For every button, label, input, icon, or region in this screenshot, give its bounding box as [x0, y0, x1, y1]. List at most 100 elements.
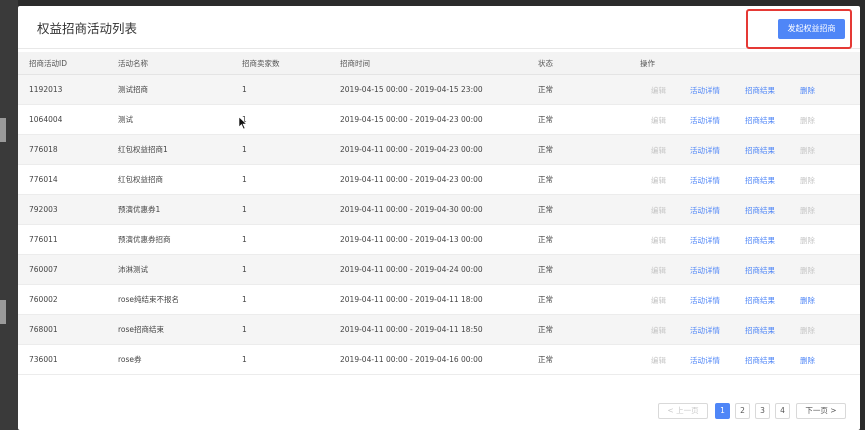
activity-detail-link[interactable]: 活动详情 — [690, 115, 720, 126]
cell-name: 预演优惠券招商 — [118, 224, 242, 255]
page-4-button[interactable]: 4 — [775, 403, 790, 419]
cell-name: 预演优惠券1 — [118, 194, 242, 225]
cell-sellers: 1 — [242, 74, 340, 105]
cell-sellers: 1 — [242, 284, 340, 315]
table-row: 736001 rose券 1 2019-04-11 00:00 - 2019-04-1… — [18, 344, 860, 375]
cell-actions: 编辑 活动详情 招商结果 删除 — [640, 134, 860, 165]
activity-detail-link[interactable]: 活动详情 — [690, 295, 720, 306]
cell-actions: 编辑 活动详情 招商结果 删除 — [640, 254, 860, 285]
cell-actions: 编辑 活动详情 招商结果 删除 — [640, 164, 860, 195]
cell-time: 2019-04-11 00:00 - 2019-04-11 18:50 — [340, 314, 538, 345]
activity-detail-link[interactable]: 活动详情 — [690, 325, 720, 336]
cell-status: 正常 — [538, 344, 640, 375]
col-header-time: 招商时间 — [340, 52, 538, 75]
activity-detail-link[interactable]: 活动详情 — [690, 235, 720, 246]
campaign-result-link[interactable]: 招商结果 — [745, 205, 775, 216]
campaign-result-link[interactable]: 招商结果 — [745, 145, 775, 156]
next-page-button[interactable]: 下一页 > — [796, 403, 846, 419]
activity-detail-link[interactable]: 活动详情 — [690, 145, 720, 156]
cell-sellers: 1 — [242, 164, 340, 195]
cell-name: 红包权益招商 — [118, 164, 242, 195]
activity-detail-link[interactable]: 活动详情 — [690, 265, 720, 276]
mouse-cursor-icon — [238, 116, 248, 130]
delete-link[interactable]: 删除 — [800, 295, 815, 306]
cell-sellers: 1 — [242, 314, 340, 345]
page-1-button[interactable]: 1 — [715, 403, 730, 419]
cell-name: 测试 — [118, 104, 242, 135]
campaign-result-link[interactable]: 招商结果 — [745, 175, 775, 186]
cell-name: rose券 — [118, 344, 242, 375]
activity-detail-link[interactable]: 活动详情 — [690, 355, 720, 366]
cell-name: 沛淋测试 — [118, 254, 242, 285]
table-row: 1192013 测试招商 1 2019-04-15 00:00 - 2019-04-1… — [18, 74, 860, 105]
cell-actions: 编辑 活动详情 招商结果 删除 — [640, 314, 860, 345]
campaign-result-link[interactable]: 招商结果 — [745, 295, 775, 306]
table-header-row: 招商活动ID 活动名称 招商卖家数 招商时间 状态 操作 — [18, 52, 860, 75]
strip-mark — [0, 118, 6, 142]
delete-link: 删除 — [800, 116, 815, 125]
campaign-result-link[interactable]: 招商结果 — [745, 265, 775, 276]
delete-link: 删除 — [800, 266, 815, 275]
cell-id: 1192013 — [18, 74, 118, 105]
cell-sellers: 1 — [242, 344, 340, 375]
delete-link: 删除 — [800, 176, 815, 185]
cell-time: 2019-04-15 00:00 - 2019-04-15 23:00 — [340, 74, 538, 105]
cell-time: 2019-04-15 00:00 - 2019-04-23 00:00 — [340, 104, 538, 135]
cell-status: 正常 — [538, 164, 640, 195]
create-campaign-button[interactable]: 发起权益招商 — [778, 19, 845, 39]
cell-time: 2019-04-11 00:00 - 2019-04-30 00:00 — [340, 194, 538, 225]
cell-actions: 编辑 活动详情 招商结果 删除 — [640, 104, 860, 135]
edit-link: 编辑 — [651, 356, 666, 365]
cell-sellers: 1 — [242, 254, 340, 285]
cell-name: 测试招商 — [118, 74, 242, 105]
page-2-button[interactable]: 2 — [735, 403, 750, 419]
cell-sellers: 1 — [242, 104, 340, 135]
cell-status: 正常 — [538, 254, 640, 285]
cell-id: 776011 — [18, 224, 118, 255]
cell-time: 2019-04-11 00:00 - 2019-04-11 18:00 — [340, 284, 538, 315]
cell-id: 792003 — [18, 194, 118, 225]
table-row: 1064004 测试 1 2019-04-15 00:00 - 2019-04-23 … — [18, 104, 860, 135]
campaign-result-link[interactable]: 招商结果 — [745, 325, 775, 336]
strip-mark — [0, 300, 6, 324]
cell-name: rose纯结束不报名 — [118, 284, 242, 315]
campaign-result-link[interactable]: 招商结果 — [745, 85, 775, 96]
prev-page-button[interactable]: < 上一页 — [658, 403, 708, 419]
activity-detail-link[interactable]: 活动详情 — [690, 175, 720, 186]
edit-link: 编辑 — [651, 236, 666, 245]
delete-link: 删除 — [800, 146, 815, 155]
cell-id: 776018 — [18, 134, 118, 165]
cell-name: 红包权益招商1 — [118, 134, 242, 165]
cell-name: rose招商结束 — [118, 314, 242, 345]
cell-id: 1064004 — [18, 104, 118, 135]
table-row: 768001 rose招商结束 1 2019-04-11 00:00 - 2019-0… — [18, 314, 860, 345]
cell-id: 736001 — [18, 344, 118, 375]
campaign-result-link[interactable]: 招商结果 — [745, 355, 775, 366]
delete-link[interactable]: 删除 — [800, 355, 815, 366]
cell-status: 正常 — [538, 134, 640, 165]
edit-link: 编辑 — [651, 86, 666, 95]
cell-status: 正常 — [538, 284, 640, 315]
table-row: 776011 预演优惠券招商 1 2019-04-11 00:00 - 2019-04… — [18, 224, 860, 255]
page-title: 权益招商活动列表 — [37, 21, 138, 36]
edit-link: 编辑 — [651, 146, 666, 155]
activity-detail-link[interactable]: 活动详情 — [690, 205, 720, 216]
activity-table: 招商活动ID 活动名称 招商卖家数 招商时间 状态 操作 1192013 测试招商… — [18, 52, 860, 375]
table-row: 792003 预演优惠券1 1 2019-04-11 00:00 - 2019-04-… — [18, 194, 860, 225]
campaign-result-link[interactable]: 招商结果 — [745, 235, 775, 246]
col-header-actions: 操作 — [640, 52, 860, 75]
edit-link: 编辑 — [651, 296, 666, 305]
delete-link[interactable]: 删除 — [800, 85, 815, 96]
edit-link: 编辑 — [651, 326, 666, 335]
activity-detail-link[interactable]: 活动详情 — [690, 85, 720, 96]
table-row: 776018 红包权益招商1 1 2019-04-11 00:00 - 2019-04… — [18, 134, 860, 165]
cell-time: 2019-04-11 00:00 - 2019-04-24 00:00 — [340, 254, 538, 285]
cell-time: 2019-04-11 00:00 - 2019-04-23 00:00 — [340, 164, 538, 195]
cell-status: 正常 — [538, 194, 640, 225]
delete-link: 删除 — [800, 236, 815, 245]
campaign-result-link[interactable]: 招商结果 — [745, 115, 775, 126]
edit-link: 编辑 — [651, 206, 666, 215]
cell-actions: 编辑 活动详情 招商结果 删除 — [640, 284, 860, 315]
page-3-button[interactable]: 3 — [755, 403, 770, 419]
cell-id: 760007 — [18, 254, 118, 285]
